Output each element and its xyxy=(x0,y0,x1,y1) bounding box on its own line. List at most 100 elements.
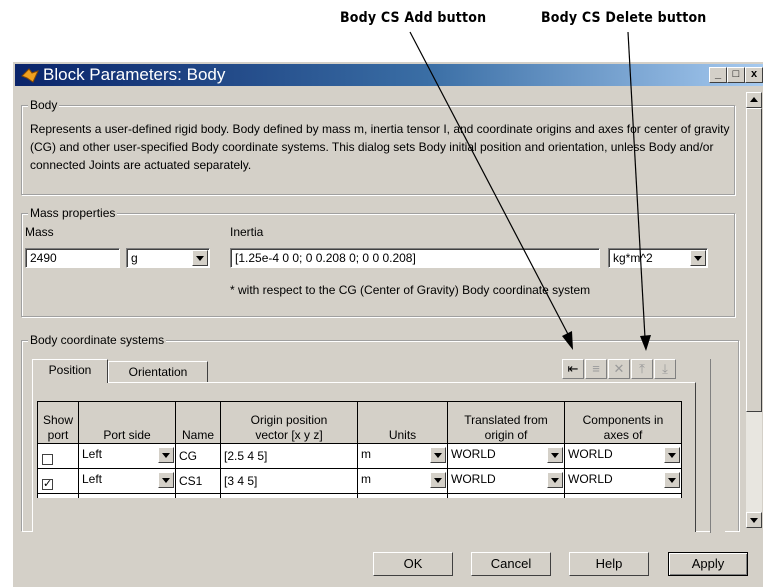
components-in-value: WORLD xyxy=(568,472,613,486)
units-value: m xyxy=(361,447,371,461)
insert-cs-icon[interactable]: ≡ xyxy=(585,359,607,379)
tab-orientation-label: Orientation xyxy=(128,365,188,379)
show-port-cell: ✓ xyxy=(37,468,79,494)
empty-cell xyxy=(78,493,176,498)
port-side-cell[interactable]: Left xyxy=(78,443,176,469)
name-value: CG xyxy=(179,449,197,463)
col-header-port-side: Port side xyxy=(78,401,176,444)
position-tab-panel: Show port Port side Name Origin position v… xyxy=(32,382,696,532)
translated-from-cell[interactable]: WORLD xyxy=(447,468,565,494)
port-side-value: Left xyxy=(82,472,103,486)
components-in-cell[interactable]: WORLD xyxy=(564,443,682,469)
mass-properties-group: Mass properties Mass 2490 g Inertia [1.2… xyxy=(21,206,735,317)
tab-orientation[interactable]: Orientation xyxy=(108,361,208,383)
chevron-down-icon[interactable] xyxy=(192,250,208,266)
table-scrollbar[interactable] xyxy=(710,359,725,533)
table-row: ✓ Left CS1 [3 4 5] m WORLD WORLD xyxy=(37,468,682,494)
name-value: CS1 xyxy=(179,474,203,488)
move-up-icon[interactable]: ⤒ xyxy=(631,359,653,379)
body-cs-label: Body coordinate systems xyxy=(28,333,167,347)
translated-from-value: WORLD xyxy=(451,472,496,486)
inertia-unit-dropdown[interactable]: kg*m^2 xyxy=(608,248,708,268)
cancel-button[interactable]: Cancel xyxy=(471,552,551,576)
delete-cs-icon[interactable]: ✕ xyxy=(608,359,630,379)
minimize-button[interactable]: _ xyxy=(709,67,727,83)
arrow-up-icon xyxy=(750,97,758,102)
origin-cell[interactable]: [3 4 5] xyxy=(220,468,358,494)
units-cell[interactable]: m xyxy=(357,468,448,494)
chevron-down-icon[interactable] xyxy=(158,447,174,463)
empty-cell xyxy=(175,493,221,498)
col-header-origin: Origin position vector [x y z] xyxy=(220,401,358,444)
components-in-cell[interactable]: WORLD xyxy=(564,468,682,494)
help-button[interactable]: Help xyxy=(569,552,649,576)
cs-toolbar: ⇤ ≡ ✕ ⤒ ⤓ xyxy=(562,359,682,379)
origin-cell[interactable]: [2.5 4 5] xyxy=(220,443,358,469)
mass-properties-label: Mass properties xyxy=(28,206,118,220)
mass-field[interactable]: 2490 xyxy=(25,248,120,268)
inertia-field[interactable]: [1.25e-4 0 0; 0 0.208 0; 0 0 0.208] xyxy=(230,248,600,268)
inertia-note: * with respect to the CG (Center of Grav… xyxy=(230,283,591,297)
inertia-label: Inertia xyxy=(230,225,264,239)
ok-button[interactable]: OK xyxy=(373,552,453,576)
cs-table: Show port Port side Name Origin position v… xyxy=(37,401,682,498)
chevron-down-icon[interactable] xyxy=(547,447,563,463)
name-cell[interactable]: CG xyxy=(175,443,221,469)
scroll-up-button[interactable] xyxy=(746,92,762,108)
units-value: m xyxy=(361,472,371,486)
empty-cell xyxy=(220,493,358,498)
origin-value: [2.5 4 5] xyxy=(224,449,268,463)
col-header-translated-from: Translated from origin of xyxy=(447,401,565,444)
show-port-checkbox[interactable] xyxy=(42,453,53,465)
simulink-block-icon xyxy=(21,68,39,83)
scroll-down-button[interactable] xyxy=(746,512,762,528)
units-cell[interactable]: m xyxy=(357,443,448,469)
maximize-button[interactable]: □ xyxy=(727,67,745,83)
name-cell[interactable]: CS1 xyxy=(175,468,221,494)
col-header-units: Units xyxy=(357,401,448,444)
body-cs-group: Body coordinate systems Position Orienta… xyxy=(21,333,739,533)
move-down-icon[interactable]: ⤓ xyxy=(654,359,676,379)
inertia-unit-value: kg*m^2 xyxy=(613,251,653,265)
body-description: Represents a user-defined rigid body. Bo… xyxy=(30,122,730,172)
close-button[interactable]: x xyxy=(745,67,763,83)
chevron-down-icon[interactable] xyxy=(430,472,446,488)
col-header-name: Name xyxy=(175,401,221,444)
translated-from-value: WORLD xyxy=(451,447,496,461)
empty-cell xyxy=(564,493,682,498)
tab-position[interactable]: Position xyxy=(32,359,108,383)
port-side-cell[interactable]: Left xyxy=(78,468,176,494)
show-port-cell xyxy=(37,443,79,469)
chevron-down-icon[interactable] xyxy=(664,447,680,463)
apply-button[interactable]: Apply xyxy=(668,552,748,576)
table-row: Left CG [2.5 4 5] m WORLD WORLD xyxy=(37,443,682,469)
body-cs-add-callout: Body CS Add button xyxy=(340,10,487,26)
chevron-down-icon[interactable] xyxy=(547,472,563,488)
table-header-row: Show port Port side Name Origin position v… xyxy=(37,401,682,444)
arrow-down-icon xyxy=(750,518,758,523)
body-cs-delete-callout: Body CS Delete button xyxy=(541,10,707,26)
chevron-down-icon[interactable] xyxy=(158,472,174,488)
mass-unit-dropdown[interactable]: g xyxy=(126,248,210,268)
chevron-down-icon[interactable] xyxy=(430,447,446,463)
translated-from-cell[interactable]: WORLD xyxy=(447,443,565,469)
show-port-checkbox[interactable]: ✓ xyxy=(42,478,53,490)
empty-cell xyxy=(357,493,448,498)
chevron-down-icon[interactable] xyxy=(664,472,680,488)
empty-cell xyxy=(447,493,565,498)
mass-unit-value: g xyxy=(131,251,138,265)
origin-value: [3 4 5] xyxy=(224,474,258,488)
block-parameters-dialog: Block Parameters: Body _ □ x Body Repres… xyxy=(12,61,763,587)
title-bar[interactable]: Block Parameters: Body _ □ x xyxy=(15,64,763,86)
chevron-down-icon[interactable] xyxy=(690,250,706,266)
body-group-label: Body xyxy=(28,98,60,112)
scroll-thumb[interactable] xyxy=(746,108,762,412)
window-title: Block Parameters: Body xyxy=(43,65,226,84)
components-in-value: WORLD xyxy=(568,447,613,461)
port-side-value: Left xyxy=(82,447,103,461)
col-header-show-port: Show port xyxy=(37,401,79,444)
mass-label: Mass xyxy=(25,225,54,239)
body-group: Body Represents a user-defined rigid bod… xyxy=(21,98,735,195)
dialog-scrollbar[interactable] xyxy=(746,92,762,528)
add-cs-icon[interactable]: ⇤ xyxy=(562,359,584,379)
